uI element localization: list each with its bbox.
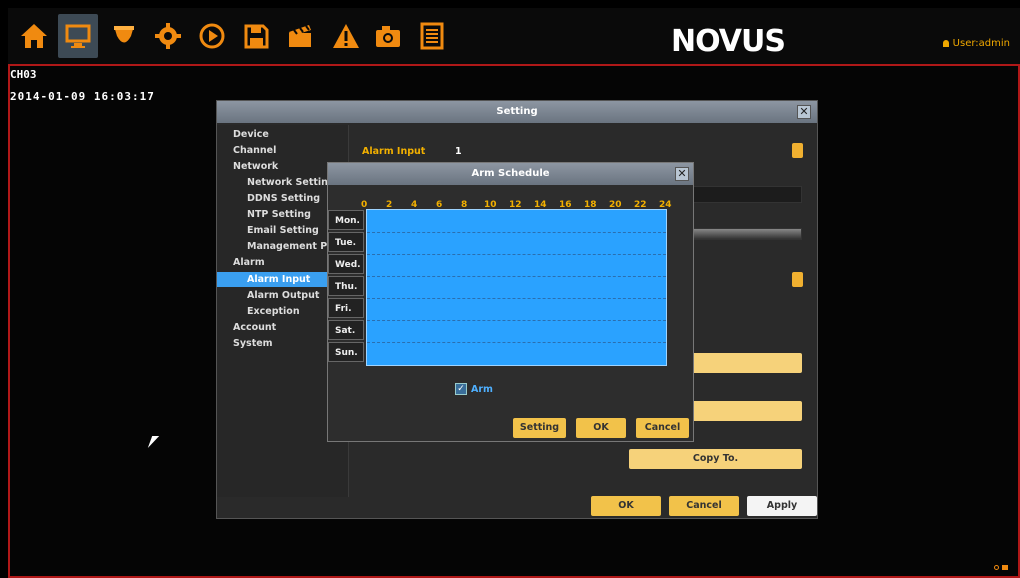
- grid-divider: [367, 276, 666, 277]
- gear-icon[interactable]: [148, 14, 188, 58]
- setting-apply-button[interactable]: Apply: [747, 496, 817, 516]
- grid-divider: [367, 232, 666, 233]
- hidden-button-1[interactable]: [690, 353, 802, 373]
- grid-divider: [367, 298, 666, 299]
- alarm-icon[interactable]: [326, 14, 366, 58]
- arm-checkbox[interactable]: ✓: [455, 383, 467, 395]
- grid-divider: [367, 320, 666, 321]
- schedule-setting-button[interactable]: Setting: [513, 418, 566, 438]
- day-label-fri[interactable]: Fri.: [328, 298, 364, 318]
- nav-item-network-setting[interactable]: Network Setting: [247, 177, 335, 188]
- nav-item-ntp-setting[interactable]: NTP Setting: [247, 209, 311, 220]
- nav-item-exception[interactable]: Exception: [247, 306, 300, 317]
- arm-schedule-title: Arm Schedule: [328, 163, 693, 185]
- user-indicator[interactable]: User:admin: [942, 38, 1010, 49]
- clapper-icon[interactable]: [280, 14, 320, 58]
- nav-item-network[interactable]: Network: [233, 161, 278, 172]
- home-icon[interactable]: [14, 14, 54, 58]
- nav-item-alarm-output[interactable]: Alarm Output: [247, 290, 319, 301]
- channel-osd: CH03: [10, 68, 37, 81]
- arm-checkbox-row[interactable]: ✓ Arm: [455, 383, 493, 395]
- snapshot-icon[interactable]: [368, 14, 408, 58]
- setting-cancel-button[interactable]: Cancel: [669, 496, 739, 516]
- zoom-icon[interactable]: [994, 565, 999, 570]
- arm-label: Arm: [471, 383, 493, 395]
- monitor-icon[interactable]: [58, 14, 98, 58]
- datetime-osd: 2014-01-09 16:03:17: [10, 90, 155, 103]
- status-icons: [994, 565, 1008, 570]
- setting-ok-button[interactable]: OK: [591, 496, 661, 516]
- setting-dialog-title: Setting: [217, 101, 817, 123]
- nav-item-ddns-setting[interactable]: DDNS Setting: [247, 193, 320, 204]
- nav-item-channel[interactable]: Channel: [233, 145, 276, 156]
- schedule-cancel-button[interactable]: Cancel: [636, 418, 689, 438]
- save-icon[interactable]: [236, 14, 276, 58]
- top-toolbar: NOVUS User:admin: [8, 8, 1020, 64]
- nav-item-email-setting[interactable]: Email Setting: [247, 225, 319, 236]
- nav-item-account[interactable]: Account: [233, 322, 276, 333]
- grid-divider: [367, 254, 666, 255]
- brand-logo: NOVUS: [671, 24, 786, 59]
- schedule-ok-button[interactable]: OK: [576, 418, 626, 438]
- play-icon[interactable]: [192, 14, 232, 58]
- day-label-thu[interactable]: Thu.: [328, 276, 364, 296]
- arm-schedule-close-icon[interactable]: ✕: [675, 167, 689, 181]
- copy-to-button[interactable]: Copy To.: [629, 449, 802, 469]
- grid-divider: [367, 342, 666, 343]
- user-icon: [942, 40, 949, 47]
- alarm-input-dropdown-icon[interactable]: [792, 143, 803, 158]
- camera-icon[interactable]: [104, 14, 144, 58]
- day-label-mon[interactable]: Mon.: [328, 210, 364, 230]
- schedule-grid[interactable]: [366, 209, 667, 366]
- record-icon[interactable]: [1002, 565, 1008, 570]
- day-label-wed[interactable]: Wed.: [328, 254, 364, 274]
- nav-item-system[interactable]: System: [233, 338, 273, 349]
- log-icon[interactable]: [412, 14, 452, 58]
- hidden-field-1: [690, 186, 802, 203]
- day-label-sun[interactable]: Sun.: [328, 342, 364, 362]
- hidden-slider[interactable]: [690, 228, 802, 240]
- setting-close-icon[interactable]: ✕: [797, 105, 811, 119]
- hidden-dropdown-icon[interactable]: [792, 272, 803, 287]
- hidden-button-2[interactable]: [690, 401, 802, 421]
- nav-item-alarm[interactable]: Alarm: [233, 257, 265, 268]
- nav-item-management-platform[interactable]: Management Pl: [247, 241, 330, 252]
- user-label: User:admin: [952, 38, 1010, 49]
- day-label-tue[interactable]: Tue.: [328, 232, 364, 252]
- nav-item-device[interactable]: Device: [233, 129, 269, 140]
- day-label-sat[interactable]: Sat.: [328, 320, 364, 340]
